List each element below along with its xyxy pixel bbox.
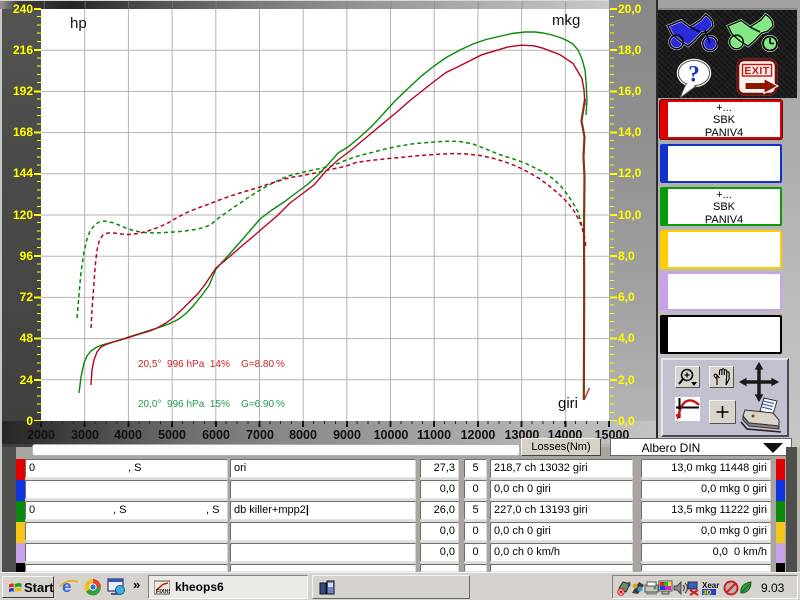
svg-text:?: ? (688, 62, 700, 87)
svg-text:FIXHS: FIXHS (156, 589, 170, 595)
svg-text:e: e (62, 577, 71, 596)
svg-text:EXIT: EXIT (744, 65, 769, 77)
svg-text:3D: 3D (703, 590, 712, 597)
